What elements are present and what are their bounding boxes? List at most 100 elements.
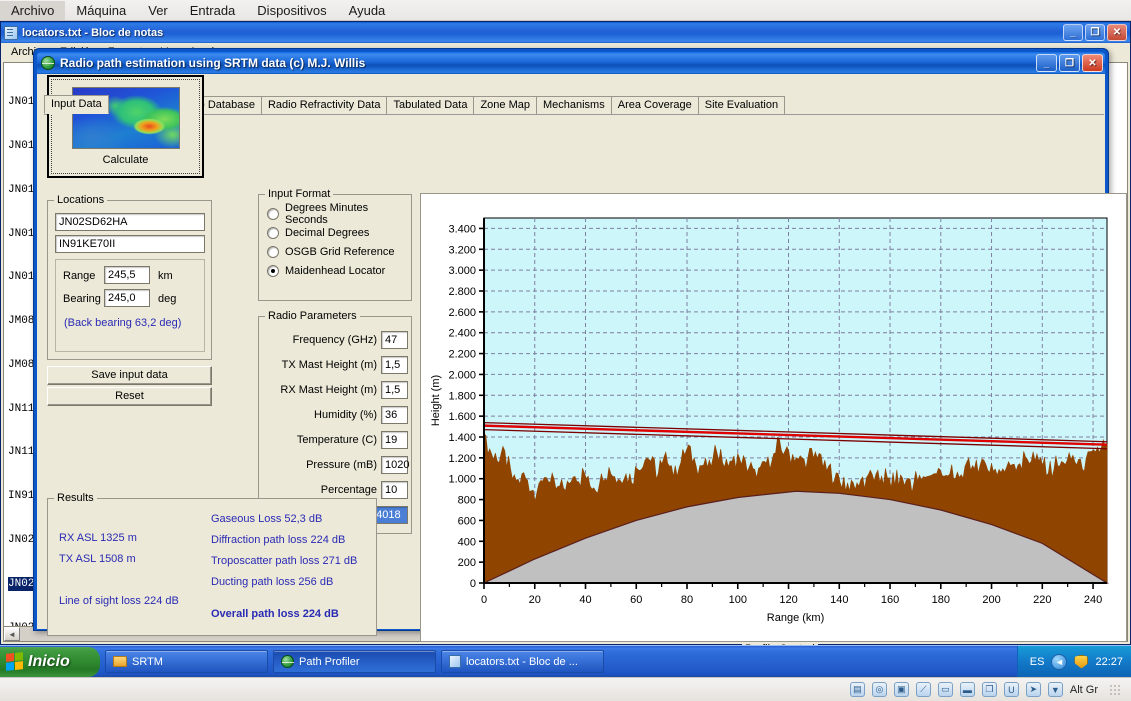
frequency-input[interactable]: 47: [381, 331, 408, 349]
remote-desktop-icon[interactable]: ❐: [981, 682, 997, 697]
start-button[interactable]: Inicio: [0, 646, 100, 677]
locations-title: Locations: [54, 194, 108, 206]
humidity-input[interactable]: 36: [381, 406, 408, 424]
tx-mast-height-input[interactable]: 1,5: [381, 356, 408, 374]
x-axis-label: Range (km): [767, 612, 824, 624]
x-axis-tick-label: 0: [481, 594, 487, 606]
tab-mechanisms[interactable]: Mechanisms: [535, 96, 612, 114]
result-troposcatter-loss: Troposcatter path loss 271 dB: [211, 555, 358, 567]
path-profile-chart-panel[interactable]: 0 200 400 600 800 1.000 1.200 1.400 1.600 1.800 2.…: [420, 193, 1127, 642]
folder-icon: [113, 656, 127, 667]
notepad-icon: [449, 655, 461, 668]
radio-label: Maidenhead Locator: [285, 264, 386, 277]
y-axis-tick-label: 2.600: [448, 307, 476, 319]
radio-decimal-degrees[interactable]: Decimal Degrees: [267, 223, 411, 242]
taskbar-button-label: SRTM: [132, 655, 163, 668]
range-input[interactable]: 245,5: [104, 266, 150, 284]
scroll-left-arrow-icon[interactable]: ◄: [4, 627, 20, 641]
rx-mast-height-input[interactable]: 1,5: [381, 381, 408, 399]
notepad-minimize-button[interactable]: _: [1063, 24, 1083, 41]
radio-icon: [267, 207, 279, 220]
y-axis-tick-label: 400: [458, 536, 476, 548]
radio-osgb-grid-reference[interactable]: OSGB Grid Reference: [267, 242, 411, 261]
notepad-close-button[interactable]: ✕: [1107, 24, 1127, 41]
humidity-label: Humidity (%): [314, 409, 377, 421]
path-profile-chart: 02004006008001.0001.2001.4001.6001.8002.…: [430, 217, 1110, 624]
result-gaseous-loss: Gaseous Loss 52,3 dB: [211, 513, 323, 525]
bearing-label: Bearing: [63, 293, 101, 305]
usb-icon[interactable]: ⟋: [915, 682, 931, 697]
optical-disk-icon[interactable]: ◎: [871, 682, 887, 697]
notepad-line-text: JN02: [8, 534, 35, 546]
tx-locator-input[interactable]: JN02SD62HA: [55, 213, 205, 231]
tab-tabulated-data[interactable]: Tabulated Data: [386, 96, 475, 114]
taskbar-button-notepad[interactable]: locators.txt - Bloc de ...: [441, 650, 604, 673]
notepad-line-text: IN91: [8, 490, 35, 503]
notepad-line-text: JN01: [8, 227, 35, 240]
x-axis-tick-label: 140: [830, 594, 848, 606]
radio-icon-selected: [267, 264, 279, 277]
calculate-button[interactable]: Calculate: [47, 75, 204, 178]
host-menu-entrada[interactable]: Entrada: [179, 1, 247, 20]
vbox-host-menubar: Archivo Máquina Ver Entrada Dispositivos…: [0, 0, 1131, 21]
host-menu-dispositivos[interactable]: Dispositivos: [246, 1, 337, 20]
tab-radio-refractivity-data[interactable]: Radio Refractivity Data: [260, 96, 388, 114]
network-icon[interactable]: ▣: [893, 682, 909, 697]
percentage-input[interactable]: 10: [381, 481, 408, 499]
save-input-data-button[interactable]: Save input data: [47, 366, 212, 385]
x-axis-tick-label: 120: [779, 594, 797, 606]
y-axis-tick-label: 800: [458, 495, 476, 507]
host-menu-archivo[interactable]: Archivo: [0, 0, 66, 20]
y-axis-tick-label: 1.000: [448, 474, 476, 486]
locations-group: Locations JN02SD62HA IN91KE70II Range 24…: [47, 194, 212, 360]
rx-locator-input[interactable]: IN91KE70II: [55, 235, 205, 253]
app-minimize-button[interactable]: _: [1036, 54, 1057, 72]
result-tx-asl: TX ASL 1508 m: [59, 553, 136, 565]
path-profiler-window[interactable]: Radio path estimation using SRTM data (c…: [33, 48, 1127, 690]
app-maximize-button[interactable]: ❐: [1059, 54, 1080, 72]
show-hidden-icons-arrow-icon[interactable]: ◄: [1051, 653, 1068, 670]
pressure-input[interactable]: 1020: [381, 456, 409, 474]
mouse-integration-icon[interactable]: ➤: [1025, 682, 1041, 697]
tray-clock[interactable]: 22:27: [1095, 656, 1123, 668]
radio-degrees-minutes-seconds[interactable]: Degrees Minutes Seconds: [267, 202, 411, 226]
reset-button[interactable]: Reset: [47, 387, 212, 406]
notepad-line-text: JN11: [8, 446, 35, 459]
notepad-line-text: JN01: [8, 183, 35, 196]
temperature-label: Temperature (C): [296, 434, 377, 446]
notepad-titlebar[interactable]: locators.txt - Bloc de notas _ ❐ ✕: [1, 22, 1130, 43]
tray-language-indicator[interactable]: ES: [1030, 656, 1045, 668]
host-menu-ayuda[interactable]: Ayuda: [338, 1, 397, 20]
resize-grip-icon[interactable]: [1109, 683, 1121, 696]
notepad-title-text: locators.txt - Bloc de notas: [22, 26, 164, 39]
result-spacer: [59, 570, 179, 591]
tab-site-evaluation[interactable]: Site Evaluation: [697, 96, 786, 114]
taskbar-button-srtm[interactable]: SRTM: [105, 650, 268, 673]
y-axis-tick-label: 3.000: [448, 265, 476, 277]
y-axis-tick-label: 600: [458, 515, 476, 527]
bearing-input[interactable]: 245,0: [104, 289, 150, 307]
shared-folder-icon[interactable]: ▭: [937, 682, 953, 697]
host-key-icon[interactable]: ▼: [1047, 682, 1063, 697]
radio-maidenhead-locator[interactable]: Maidenhead Locator: [267, 261, 411, 280]
input-format-title: Input Format: [265, 188, 334, 200]
radio-label: OSGB Grid Reference: [285, 245, 395, 258]
temperature-input[interactable]: 19: [381, 431, 408, 449]
host-menu-maquina[interactable]: Máquina: [65, 1, 137, 20]
notepad-restore-button[interactable]: ❐: [1085, 24, 1105, 41]
windows-logo-icon: [6, 652, 23, 671]
hard-disk-icon[interactable]: ▤: [849, 682, 865, 697]
app-close-button[interactable]: ✕: [1082, 54, 1103, 72]
tab-area-coverage[interactable]: Area Coverage: [610, 96, 699, 114]
system-tray: ES ◄ 22:27: [1016, 645, 1131, 678]
security-shield-icon[interactable]: [1074, 654, 1089, 669]
range-label: Range: [63, 270, 96, 282]
display-icon[interactable]: ▬: [959, 682, 975, 697]
tab-zone-map[interactable]: Zone Map: [473, 96, 537, 114]
taskbar-button-label: Path Profiler: [299, 655, 360, 668]
video-capture-icon[interactable]: U: [1003, 682, 1019, 697]
tab-input-data[interactable]: Input Data: [44, 95, 109, 114]
app-titlebar[interactable]: Radio path estimation using SRTM data (c…: [37, 52, 1105, 74]
taskbar-button-path-profiler[interactable]: Path Profiler: [273, 650, 436, 673]
host-menu-ver[interactable]: Ver: [137, 1, 179, 20]
